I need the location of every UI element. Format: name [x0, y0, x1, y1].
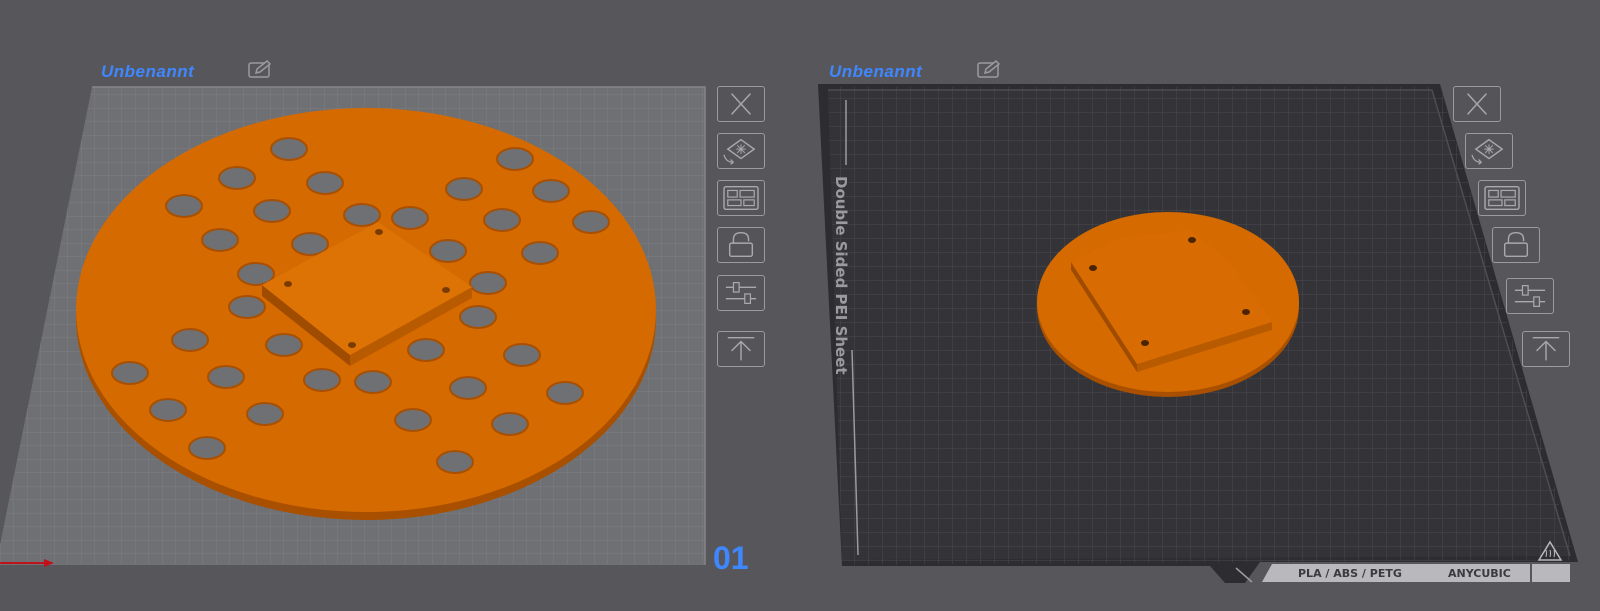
move-to-top-icon — [1532, 336, 1560, 361]
move-to-top-button[interactable] — [1522, 331, 1570, 367]
sheet-type-label: Double Sided PEI Sheet — [832, 176, 850, 375]
settings-sliders-icon — [1514, 284, 1546, 308]
arrange-icon — [723, 185, 759, 211]
brand-label: ANYCUBIC — [1448, 567, 1511, 580]
arrange-button[interactable] — [1478, 180, 1526, 216]
move-to-top-button[interactable] — [717, 331, 765, 367]
plate-title: Unbenannt — [829, 62, 923, 81]
build-plate-scene[interactable] — [0, 0, 1600, 611]
auto-orient-icon — [1471, 138, 1504, 165]
settings-sliders-icon — [725, 281, 757, 305]
plate-number: 01 — [713, 540, 749, 576]
material-label: PLA / ABS / PETG — [1298, 567, 1402, 580]
arrange-button[interactable] — [717, 180, 765, 216]
close-button[interactable] — [1453, 86, 1501, 122]
close-icon — [731, 93, 751, 115]
left-part-disc[interactable] — [76, 108, 656, 520]
right-part-disc[interactable] — [1037, 212, 1299, 397]
plate-title: Unbenannt — [101, 62, 195, 81]
arrange-icon — [1484, 185, 1520, 211]
close-icon — [1467, 93, 1487, 115]
lock-button[interactable] — [717, 227, 765, 263]
lock-button[interactable] — [1492, 227, 1540, 263]
plate-settings-button[interactable] — [717, 275, 765, 311]
lock-icon — [728, 232, 754, 258]
edit-icon[interactable] — [247, 60, 275, 80]
lock-icon — [1503, 232, 1529, 258]
auto-orient-icon — [723, 138, 756, 165]
move-to-top-icon — [727, 336, 755, 361]
auto-orient-button[interactable] — [717, 133, 765, 169]
edit-icon[interactable] — [976, 60, 1004, 80]
close-button[interactable] — [717, 86, 765, 122]
plate-settings-button[interactable] — [1506, 278, 1554, 314]
auto-orient-button[interactable] — [1465, 133, 1513, 169]
